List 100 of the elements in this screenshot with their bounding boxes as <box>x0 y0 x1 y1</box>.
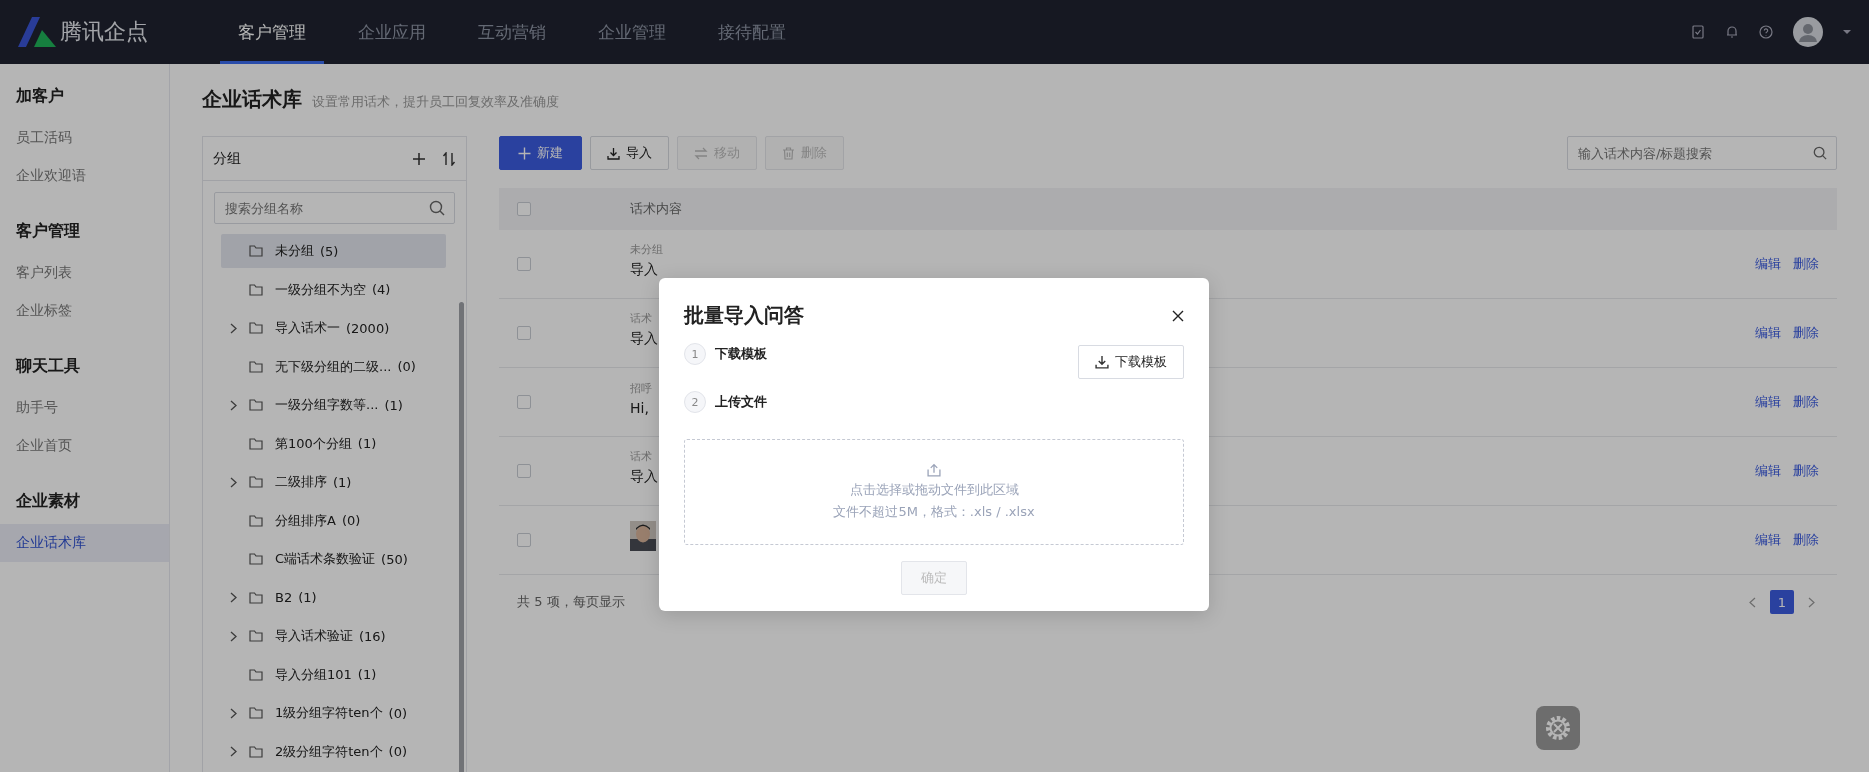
tree-item[interactable]: 二级排序 (1) <box>221 465 446 499</box>
tree-item[interactable]: 2级分组字符ten个 (0) <box>221 734 446 769</box>
chevron-icon[interactable] <box>229 707 237 719</box>
chevron-icon[interactable] <box>229 592 237 603</box>
next-page-icon[interactable] <box>1808 596 1815 608</box>
nav-tab[interactable]: 客户管理 <box>220 0 324 64</box>
action-link[interactable]: 删除 <box>1793 393 1819 411</box>
avatar-icon[interactable] <box>1793 17 1823 47</box>
action-link[interactable]: 删除 <box>1793 255 1819 273</box>
upload-icon <box>927 463 941 477</box>
checkbox[interactable] <box>517 257 531 271</box>
close-icon[interactable] <box>1172 309 1184 322</box>
checkbox[interactable] <box>517 202 531 216</box>
step-label: 上传文件 <box>715 393 767 411</box>
trash-icon <box>782 146 795 160</box>
folder-icon <box>249 514 263 527</box>
nav-tab[interactable]: 企业管理 <box>580 0 684 64</box>
nav-tab[interactable]: 互动营销 <box>460 0 564 64</box>
toolbar-button[interactable]: 新建 <box>499 136 582 170</box>
help-icon[interactable] <box>1759 25 1773 39</box>
action-link[interactable]: 编辑 <box>1755 393 1781 411</box>
action-link[interactable]: 删除 <box>1793 324 1819 342</box>
nav-tab[interactable]: 企业应用 <box>340 0 444 64</box>
nav-tab[interactable]: 接待配置 <box>700 0 804 64</box>
previous-page-icon[interactable] <box>1749 596 1756 608</box>
tree-item[interactable]: 第100个分组 (1) <box>221 426 446 461</box>
search-icon[interactable] <box>1813 146 1827 160</box>
tree-item[interactable]: B2 (1) <box>221 580 446 615</box>
action-link[interactable]: 编辑 <box>1755 255 1781 273</box>
chevron-icon[interactable] <box>229 322 237 334</box>
sidebar-item[interactable]: 企业话术库 <box>0 524 169 562</box>
search-field[interactable]: 输入话术内容/标题搜索 <box>1567 136 1837 170</box>
tree-item[interactable]: 一级分组字数等... (1) <box>221 388 446 422</box>
tree-item[interactable]: C端话术条数验证 (50) <box>221 542 446 576</box>
folder-icon <box>249 322 263 334</box>
group-name: 一级分组字数等... <box>275 396 379 414</box>
group-name: 二级排序 <box>275 473 327 491</box>
checklist-icon[interactable] <box>1691 25 1705 39</box>
tree-item[interactable]: 无下级分组的二级... (0) <box>221 349 446 384</box>
group-name: C端话术条数验证 <box>275 550 376 568</box>
sidebar-item[interactable]: 企业欢迎语 <box>0 157 169 195</box>
sidebar-item[interactable]: 企业标签 <box>0 292 169 330</box>
group-count: (1) <box>333 474 352 490</box>
group-count: (0) <box>388 744 408 759</box>
tree-item[interactable]: 1级分组字符ten个 (0) <box>221 696 446 730</box>
toolbar-button[interactable]: 导入 <box>590 136 669 170</box>
sidebar-item[interactable]: 客户列表 <box>0 254 169 292</box>
add-icon[interactable] <box>412 151 426 166</box>
folder-icon <box>249 476 263 488</box>
tree-item[interactable]: 导入话术一 (2000) <box>221 311 446 345</box>
panel-title: 分组 <box>213 149 241 168</box>
dialog-title: 批量导入问答 <box>684 302 804 329</box>
logo-icon <box>18 17 56 47</box>
action-link[interactable]: 编辑 <box>1755 324 1781 342</box>
action-link[interactable]: 删除 <box>1793 462 1819 480</box>
group-label: 未分组 <box>630 241 663 257</box>
folder-icon <box>249 745 263 758</box>
group-count: (4) <box>372 282 391 297</box>
settings-button[interactable] <box>1536 706 1580 750</box>
chevron-icon[interactable] <box>229 630 237 642</box>
swap-icon <box>694 146 708 160</box>
bell-icon[interactable] <box>1725 25 1739 39</box>
tree-item[interactable]: 未分组 (5) <box>221 234 446 268</box>
download-template-button[interactable]: 下载模板 <box>1078 345 1184 379</box>
chevron-icon[interactable] <box>229 476 237 488</box>
action-link[interactable]: 编辑 <box>1755 531 1781 549</box>
checkbox[interactable] <box>517 326 531 340</box>
page-button[interactable]: 1 <box>1770 590 1794 614</box>
upload-area[interactable]: 点击选择或拖动文件到此区域 文件不超过5M，格式：.xls / .xlsx <box>684 439 1184 545</box>
tree-item[interactable]: 导入话术验证 (16) <box>221 619 446 653</box>
sidebar-item[interactable]: 助手号 <box>0 389 169 427</box>
sidebar-section-title: 聊天工具 <box>14 355 81 377</box>
page-subtitle: 设置常用话术，提升员工回复效率及准确度 <box>312 93 559 111</box>
group-name: 无下级分组的二级... <box>275 357 392 376</box>
page-title: 企业话术库 <box>202 86 302 113</box>
tree-item[interactable]: 一级分组不为空 (4) <box>221 272 446 307</box>
group-name: 导入话术一 <box>275 319 340 337</box>
chevron-icon[interactable] <box>229 399 237 411</box>
logo-text: 腾讯企点 <box>60 18 148 46</box>
search-field[interactable]: 搜索分组名称 <box>214 192 455 224</box>
sidebar-item[interactable]: 员工活码 <box>0 119 169 157</box>
action-link[interactable]: 编辑 <box>1755 462 1781 480</box>
tree-item[interactable]: 导入分组101 (1) <box>221 657 446 692</box>
folder-icon <box>249 437 263 450</box>
step-number: 2 <box>684 391 706 413</box>
step-number: 1 <box>684 343 706 365</box>
checkbox[interactable] <box>517 533 531 547</box>
tree-item[interactable]: 分组排序A (0) <box>221 503 446 538</box>
table-cell: 导入 <box>630 260 658 279</box>
sort-icon[interactable] <box>442 151 456 166</box>
caret-icon[interactable] <box>1843 29 1851 35</box>
group-name: B2 <box>275 590 293 605</box>
step-label: 下载模板 <box>715 345 767 363</box>
sidebar-item[interactable]: 企业首页 <box>0 427 169 465</box>
checkbox[interactable] <box>517 464 531 478</box>
column-header: 话术内容 <box>630 200 682 218</box>
action-link[interactable]: 删除 <box>1793 531 1819 549</box>
search-icon[interactable] <box>429 200 445 216</box>
chevron-icon[interactable] <box>229 746 237 757</box>
checkbox[interactable] <box>517 395 531 409</box>
